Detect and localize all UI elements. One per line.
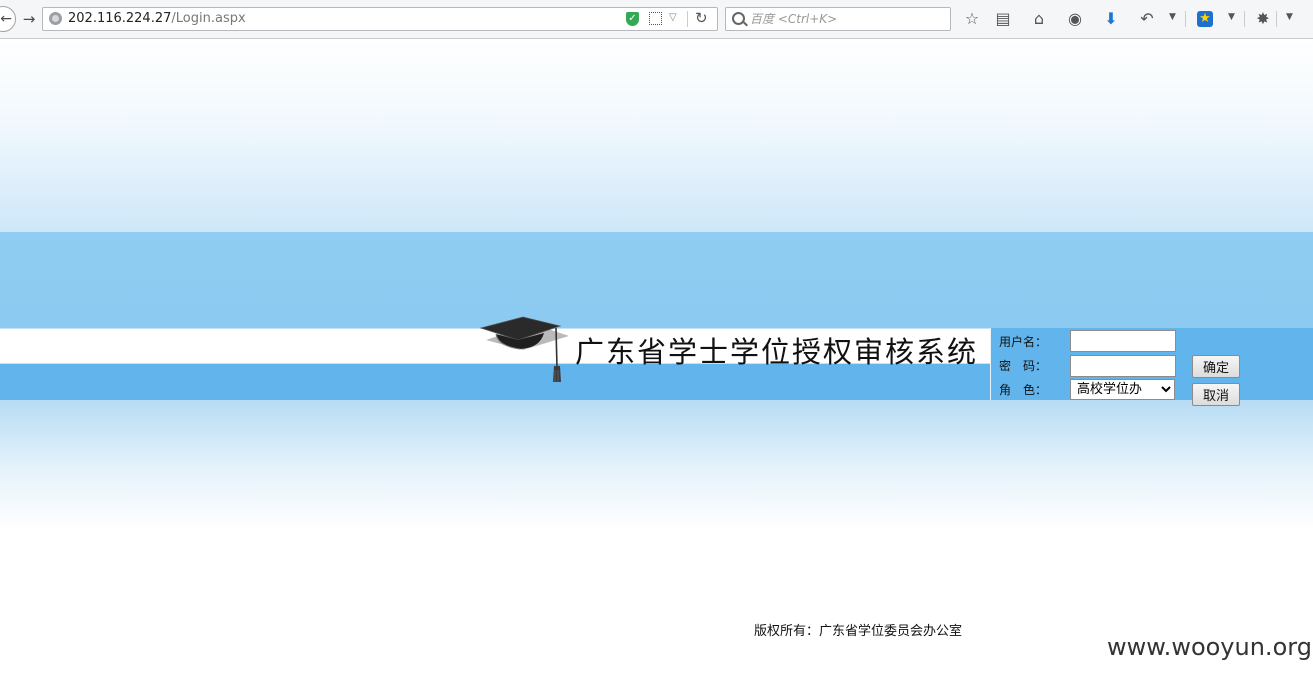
footer-gradient [0, 400, 1313, 530]
globe-icon [49, 12, 62, 25]
qr-code-icon[interactable] [649, 12, 662, 25]
browser-toolbar: ← → 202.116.224.27/Login.aspx ✓ ▽ ↻ ☆ ▤ … [0, 0, 1313, 39]
role-label: 角 色： [999, 383, 1048, 397]
watermark: www.wooyun.org [1107, 633, 1312, 661]
reading-list-icon[interactable]: ▤ [993, 9, 1013, 29]
menu-chevron-icon[interactable]: ▼ [1286, 12, 1293, 22]
url-text[interactable]: 202.116.224.27/Login.aspx [68, 11, 246, 26]
chevron-down-icon[interactable]: ▼ [1228, 12, 1235, 22]
username-label: 用户名： [999, 335, 1048, 349]
download-icon[interactable]: ⬇ [1101, 9, 1121, 29]
header-band [0, 232, 1313, 328]
search-icon [732, 12, 745, 25]
divider [687, 11, 688, 27]
graduation-cap-icon [479, 316, 568, 382]
divider [1244, 11, 1245, 27]
favorites-icon[interactable]: ★ [1197, 11, 1213, 27]
url-path: /Login.aspx [171, 11, 246, 26]
undo-icon[interactable]: ↶ [1137, 9, 1157, 29]
forward-button[interactable]: → [20, 10, 38, 28]
bookmark-star-icon[interactable]: ☆ [962, 9, 982, 29]
username-input[interactable] [1070, 330, 1176, 352]
password-input[interactable] [1070, 355, 1176, 377]
url-host: 202.116.224.27 [68, 11, 172, 26]
password-label: 密 码： [999, 359, 1048, 373]
search-bar[interactable] [725, 7, 951, 31]
divider [1185, 11, 1186, 27]
header-gradient [0, 39, 1313, 232]
reload-icon[interactable]: ↻ [695, 9, 708, 27]
cancel-button[interactable]: 取消 [1192, 383, 1240, 406]
back-arrow-icon: ← [0, 11, 12, 27]
chevron-down-icon[interactable]: ▼ [1169, 12, 1176, 22]
divider [1276, 11, 1277, 27]
chat-icon[interactable]: ◉ [1065, 9, 1085, 29]
shield-icon[interactable]: ✓ [626, 12, 639, 26]
search-input[interactable] [750, 10, 940, 28]
copyright-text: 版权所有：广东省学位委员会办公室 [754, 624, 963, 639]
bug-icon[interactable]: ✸ [1253, 9, 1273, 29]
address-bar[interactable]: 202.116.224.27/Login.aspx ✓ ▽ ↻ [42, 7, 718, 31]
chevron-down-icon[interactable]: ▽ [669, 12, 677, 23]
role-select[interactable]: 高校学位办 [1070, 379, 1175, 400]
divider [990, 328, 991, 400]
page-title: 广东省学士学位授权审核系统 [575, 335, 979, 369]
back-button[interactable]: ← [0, 6, 16, 32]
confirm-button[interactable]: 确定 [1192, 355, 1240, 378]
forward-arrow-icon: → [22, 10, 36, 28]
home-icon[interactable]: ⌂ [1029, 9, 1049, 29]
login-page: 广东省学士学位授权审核系统 用户名： 密 码： 角 色： 高校学位办 确定 取消… [0, 39, 1313, 678]
